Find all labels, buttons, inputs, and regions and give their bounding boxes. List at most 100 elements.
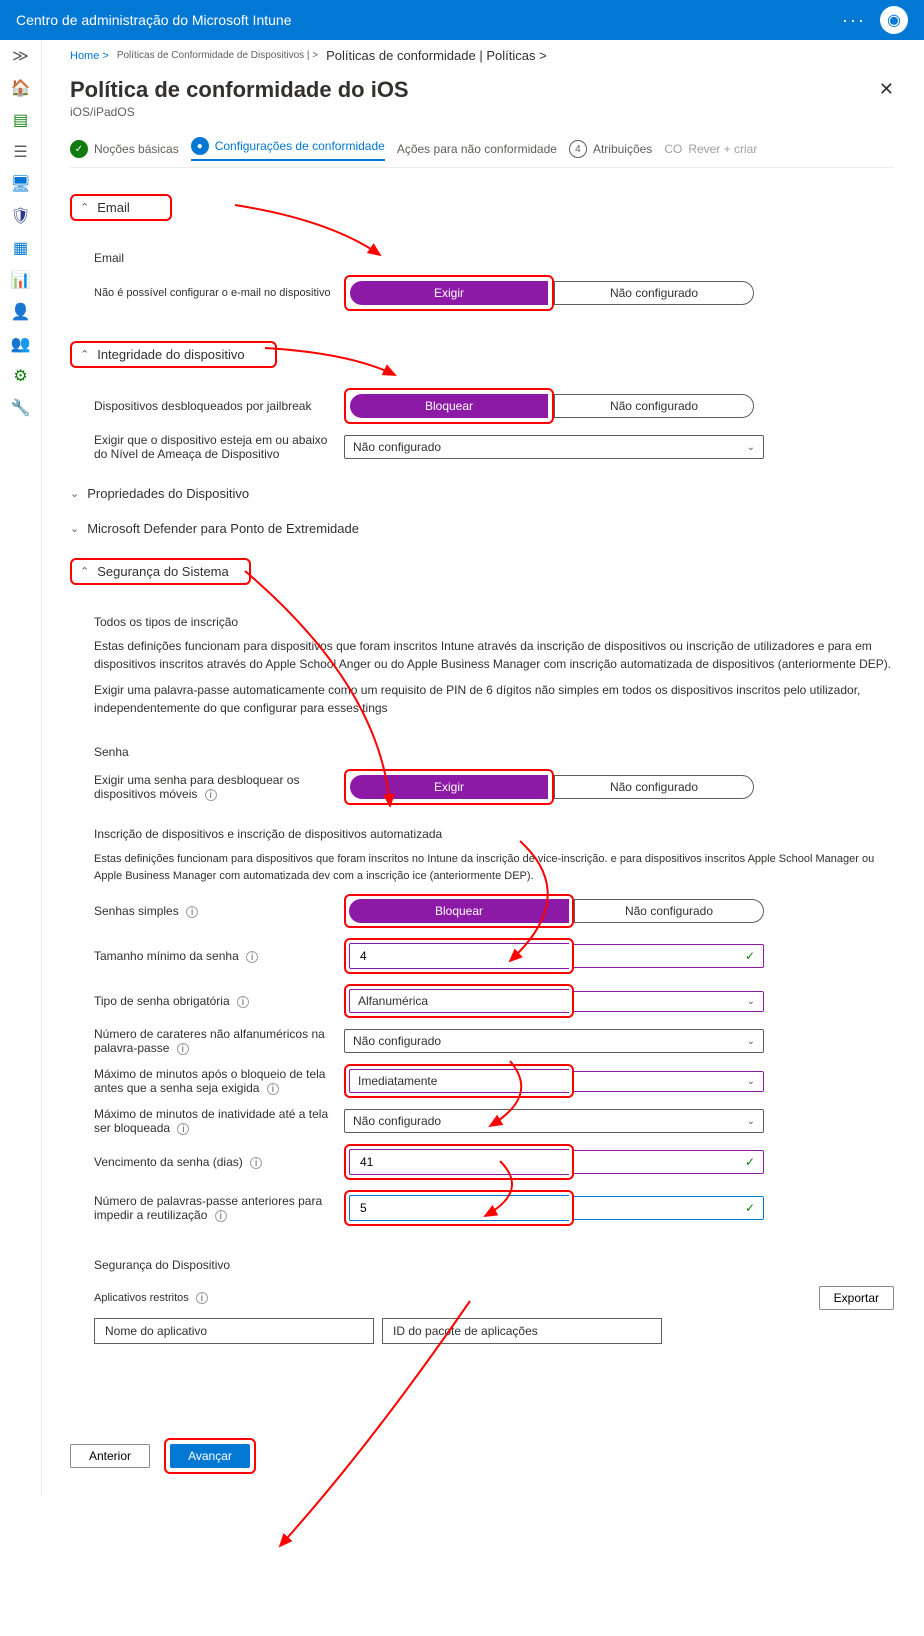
troubleshoot-icon[interactable]: 🔧 [11,398,31,418]
info-icon[interactable]: i [250,1157,262,1169]
chevron-down-icon: ⌄ [70,522,79,535]
prev-pwd-input[interactable] [349,1195,569,1221]
step-assignments[interactable]: 4 Atribuições [569,140,652,158]
threat-level-label: Exigir que o dispositivo esteja em ou ab… [94,433,344,461]
page-title: Política de conformidade do iOS [70,77,409,103]
export-button[interactable]: Exportar [819,1286,894,1310]
check-icon: ✓ [745,1155,755,1169]
groups-icon[interactable]: 👥 [11,334,31,354]
restricted-apps-label: Aplicativos restritos i [94,1292,208,1305]
chevron-up-icon: ⌃ [80,565,89,578]
email-notconfigured-option[interactable]: Não configurado [554,281,754,305]
breadcrumb-home[interactable]: Home > [70,50,109,62]
email-require-option[interactable]: Exigir [350,281,548,305]
nonalpha-select[interactable]: Não configurado ⌄ [344,1029,764,1053]
chevron-down-icon: ⌄ [747,996,755,1007]
section-email-header[interactable]: ⌃ Email [70,182,894,233]
device-security-heading: Segurança do Dispositivo [94,1258,894,1272]
simple-pwd-label: Senhas simples i [94,904,344,919]
info-icon[interactable]: i [177,1123,189,1135]
max-lock-select[interactable]: Imediatamente [349,1069,569,1093]
app-name-input[interactable]: Nome do aplicativo [94,1318,374,1344]
enroll-desc1: Estas definições funcionam para disposit… [94,637,894,673]
max-inactive-select[interactable]: Não configurado ⌄ [344,1109,764,1133]
devices-icon[interactable]: 🖥 [11,174,31,194]
info-icon[interactable]: i [215,1210,227,1222]
avatar[interactable]: ◉ [880,6,908,34]
check-icon: ✓ [745,949,755,963]
info-icon[interactable]: i [205,789,217,801]
require-pwd-notconfigured-option[interactable]: Não configurado [554,775,754,799]
jailbreak-label: Dispositivos desbloqueados por jailbreak [94,399,344,413]
page-subtitle: iOS/iPadOS [70,105,409,119]
chevron-down-icon: ⌄ [747,1116,755,1127]
prev-pwd-label: Número de palavras-passe anteriores para… [94,1194,344,1223]
check-icon: ✓ [745,1201,755,1215]
pwd-type-select[interactable]: Alfanumérica [349,989,569,1013]
max-inactive-label: Máximo de minutos de inatividade até a t… [94,1107,344,1136]
sidebar: ≫ 🏠 ▤ ☰ 🖥 🛡 ▦ 📊 👤 👥 ⚙ 🔧 [0,40,42,1496]
breadcrumb: Home > Políticas de Conformidade de Disp… [70,48,894,63]
info-icon[interactable]: i [177,1043,189,1055]
email-heading: Email [94,251,894,265]
chevron-down-icon: ⌄ [747,1076,755,1087]
info-icon[interactable]: i [196,1292,208,1304]
more-icon[interactable]: ··· [842,10,866,31]
bundle-id-input[interactable]: ID do pacote de aplicações [382,1318,662,1344]
pwd-type-label: Tipo de senha obrigatória i [94,994,344,1009]
info-icon[interactable]: i [246,951,258,963]
chevron-up-icon: ⌃ [80,201,89,214]
dashboard-icon[interactable]: ▤ [11,110,31,130]
section-device-health-header[interactable]: ⌃ Integridade do dispositivo [70,329,894,380]
chevron-up-icon: ⌃ [80,348,89,361]
collapse-icon[interactable]: ≫ [11,46,31,66]
step-compliance-settings[interactable]: ● Configurações de conformidade [191,137,385,161]
password-heading: Senha [94,745,894,759]
info-icon[interactable]: i [237,996,249,1008]
max-lock-label: Máximo de minutos após o bloqueio de tel… [94,1067,344,1096]
step-4-icon: 4 [569,140,587,158]
step-review[interactable]: CO Rever + criar [664,142,757,156]
step-noncompliance[interactable]: Ações para não conformidade [397,142,557,156]
check-icon: ✓ [70,140,88,158]
reports-icon[interactable]: 📊 [11,270,31,290]
next-button[interactable]: Avançar [170,1444,250,1468]
main-content: Home > Políticas de Conformidade de Disp… [42,40,922,1496]
section-system-security-header[interactable]: ⌃ Segurança do Sistema [70,546,894,597]
tenant-admin-icon[interactable]: ⚙ [11,366,31,386]
simple-pwd-notconfigured-option[interactable]: Não configurado [574,899,764,923]
threat-level-select[interactable]: Não configurado ⌄ [344,435,764,459]
info-icon[interactable]: i [267,1083,279,1095]
endpoint-security-icon[interactable]: ▦ [11,238,31,258]
auto-enroll-heading: Inscrição de dispositivos e inscrição de… [94,825,894,843]
step-2-icon: ● [191,137,209,155]
chevron-down-icon: ⌄ [747,1036,755,1047]
require-pwd-require-option[interactable]: Exigir [350,775,548,799]
jailbreak-notconfigured-option[interactable]: Não configurado [554,394,754,418]
simple-pwd-block-option[interactable]: Bloquear [349,899,569,923]
home-icon[interactable]: 🏠 [11,78,31,98]
expiry-label: Vencimento da senha (dias) i [94,1155,344,1170]
auto-enroll-desc: Estas definições funcionam para disposit… [94,851,894,884]
min-len-label: Tamanho mínimo da senha i [94,949,344,964]
min-len-input[interactable] [349,943,569,969]
jailbreak-block-option[interactable]: Bloquear [350,394,548,418]
breadcrumb-policies[interactable]: Políticas de Conformidade de Dispositivo… [117,50,318,61]
apps-icon[interactable]: 🛡 [11,206,31,226]
users-icon[interactable]: 👤 [11,302,31,322]
footer-buttons: Anterior Avançar [70,1424,894,1476]
expiry-input[interactable] [349,1149,569,1175]
section-device-properties-header[interactable]: ⌄ Propriedades do Dispositivo [70,476,894,511]
enroll-desc2: Exigir uma palavra-passe automaticamente… [94,681,894,717]
all-services-icon[interactable]: ☰ [11,142,31,162]
nonalpha-label: Número de carateres não alfanuméricos na… [94,1027,344,1056]
previous-button[interactable]: Anterior [70,1444,150,1468]
step-basics[interactable]: ✓ Noções básicas [70,140,179,158]
section-defender-header[interactable]: ⌄ Microsoft Defender para Ponto de Extre… [70,511,894,546]
chevron-down-icon: ⌄ [70,487,79,500]
chevron-down-icon: ⌄ [747,442,755,453]
close-icon[interactable]: ✕ [879,79,894,100]
app-title: Centro de administração do Microsoft Int… [16,12,291,28]
require-pwd-label: Exigir uma senha para desbloquear os dis… [94,773,344,802]
info-icon[interactable]: i [186,906,198,918]
